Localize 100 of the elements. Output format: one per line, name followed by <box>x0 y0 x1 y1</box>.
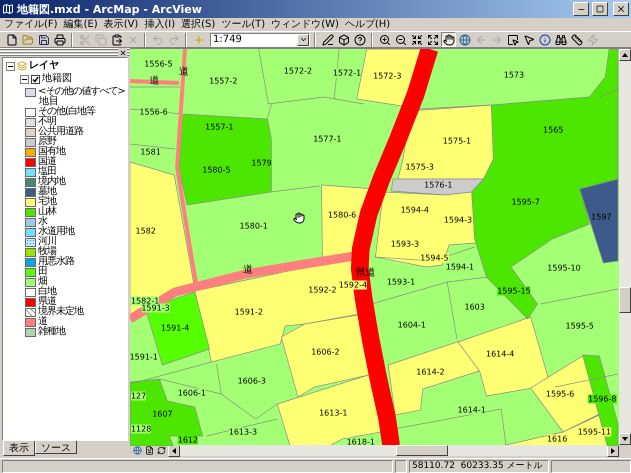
box-button[interactable] <box>336 32 351 47</box>
parcel-number: 1607 <box>152 410 173 418</box>
tree-item[interactable]: レイヤ <box>29 61 59 71</box>
scroll-down-button[interactable] <box>619 433 631 445</box>
zoom-in-icon <box>378 34 390 46</box>
menu-item[interactable]: ファイル(F) <box>4 18 58 30</box>
pen-icon <box>322 34 334 46</box>
expand-icon <box>426 34 438 46</box>
minimize-button[interactable] <box>573 2 589 16</box>
legend-label: 県道 <box>38 297 56 307</box>
parcel-number: 1593-1 <box>386 278 416 286</box>
parcel-number: 1580-6 <box>328 210 356 220</box>
zoom-in-button[interactable] <box>377 32 392 47</box>
parcel-number: 1606-2 <box>311 348 340 356</box>
parcel-number: 1613-1 <box>319 408 348 418</box>
close-icon <box>616 4 626 14</box>
scale-dropdown[interactable]: 1:749 <box>210 32 310 46</box>
menu-item[interactable]: ウィンドウ(W) <box>271 18 339 30</box>
help-icon <box>354 34 366 46</box>
checkbox[interactable] <box>31 74 40 84</box>
hand-cursor-icon <box>293 212 305 224</box>
expand-button[interactable] <box>425 32 440 47</box>
legend-label: 国道 <box>38 157 56 167</box>
menu-item[interactable]: ヘルプ(H) <box>344 18 390 30</box>
parcel-number: 1575-1 <box>442 136 472 146</box>
parcel-number: 1591-2 <box>234 308 263 316</box>
ruler-button[interactable] <box>569 32 584 47</box>
save-button[interactable] <box>36 32 51 47</box>
legend-label: 畑 <box>38 277 47 287</box>
tab[interactable]: 表示 <box>3 441 35 456</box>
lightning-icon <box>586 34 598 46</box>
road-label: 道 <box>150 76 160 86</box>
info-icon <box>538 34 550 46</box>
parcel-number: 1580-5 <box>202 166 231 174</box>
panel-grip[interactable] <box>0 48 130 57</box>
help-button[interactable] <box>352 32 367 47</box>
field-name: 地目 <box>39 97 59 107</box>
parcel-boundary-line <box>270 186 320 192</box>
menu-item[interactable]: 挿入(I) <box>144 18 176 30</box>
parcel-number: 1603 <box>464 302 485 312</box>
parcel-number: 1606-3 <box>238 376 266 386</box>
collapse-toggle[interactable] <box>20 74 29 84</box>
parcel-number: 1591-3 <box>141 304 170 312</box>
folder-icon <box>22 34 34 46</box>
page-icon[interactable] <box>145 446 154 455</box>
close-icon <box>118 48 126 56</box>
parcel-number: 1556-5 <box>144 60 173 68</box>
binoculars-button[interactable] <box>553 32 568 47</box>
printer-button[interactable] <box>52 32 67 47</box>
legend-label: 原野 <box>38 137 56 147</box>
menu-item[interactable]: 編集(E) <box>64 18 98 30</box>
legend-label: 用悪水路 <box>38 257 74 267</box>
parcel-number: 1565 <box>543 126 564 134</box>
tree-item[interactable]: 地籍図 <box>42 74 72 84</box>
globe-icon[interactable] <box>133 446 142 455</box>
parcel-number: 1579 <box>251 158 272 168</box>
refresh-icon[interactable] <box>157 446 166 455</box>
map-view[interactable] <box>130 49 619 446</box>
select-box-button[interactable] <box>505 32 520 47</box>
collapse-toggle[interactable] <box>6 62 15 70</box>
close-button[interactable] <box>118 48 127 57</box>
scroll-up-button[interactable] <box>619 49 631 61</box>
parcel-number: 1596-8 <box>588 394 616 404</box>
info-button[interactable] <box>537 32 552 47</box>
legend-label: 墓地 <box>38 187 56 197</box>
legend-label: 白地 <box>38 287 56 297</box>
layers-icon <box>17 61 27 71</box>
parcel-number: 1577-1 <box>313 134 342 144</box>
parcel-number: 1572-2 <box>284 66 312 76</box>
globe-button[interactable] <box>457 32 472 47</box>
parcel-number: 1572-3 <box>373 72 402 80</box>
parcel-number: 1580-1 <box>240 222 268 230</box>
parcel-number: 1575-3 <box>405 162 434 172</box>
right-arrow-icon <box>611 448 615 454</box>
close-button[interactable] <box>613 2 629 16</box>
down-arrow-icon <box>622 437 628 441</box>
vertical-scrollbar[interactable] <box>619 49 631 445</box>
parcel-number: 1592-2 <box>308 286 337 294</box>
scroll-thumb[interactable] <box>396 445 448 456</box>
legend-label: その他(白地等 <box>38 107 95 117</box>
menu-item[interactable]: 選択(S) <box>181 18 216 30</box>
hand-button[interactable] <box>441 32 456 47</box>
pen-button[interactable] <box>320 32 335 47</box>
menu-item[interactable]: 表示(V) <box>104 18 138 30</box>
parcel-number: 1572-1 <box>332 68 362 78</box>
restore-button[interactable] <box>592 2 608 16</box>
menu-item[interactable]: ツール(T) <box>221 18 266 30</box>
zoom-out-button[interactable] <box>393 32 408 47</box>
globe-icon <box>458 34 470 46</box>
scissors-icon <box>78 34 90 46</box>
scroll-thumb[interactable] <box>619 287 631 313</box>
parcel-number: 1614-1 <box>458 406 486 414</box>
parcel-number: 1557-1 <box>205 122 234 132</box>
legend-label: 雑種地 <box>38 327 65 337</box>
parcel-number: 1594-4 <box>400 206 429 214</box>
caret-icon <box>298 35 308 44</box>
horizontal-scrollbar[interactable] <box>180 445 607 456</box>
shrink-button[interactable] <box>409 32 424 47</box>
pointer-icon <box>522 34 534 46</box>
tab[interactable]: ソース <box>35 441 77 454</box>
